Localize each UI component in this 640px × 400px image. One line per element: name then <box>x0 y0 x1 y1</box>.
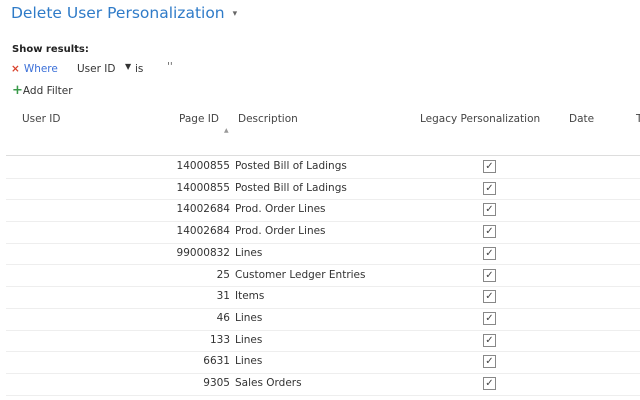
description-cell: Items <box>235 290 265 303</box>
description-cell: Customer Ledger Entries <box>235 268 366 281</box>
legacy-personalization-checkbox[interactable]: ✓ <box>483 225 496 239</box>
legacy-personalization-checkbox[interactable]: ✓ <box>483 203 496 217</box>
legacy-personalization-checkbox[interactable]: ✓ <box>483 377 496 390</box>
legacy-personalization-checkbox[interactable]: ✓ <box>483 355 496 369</box>
sort-ascending-icon: ▲ <box>224 127 229 134</box>
add-filter-button[interactable]: +Add Filter <box>12 83 73 98</box>
legacy-personalization-checkbox[interactable]: ✓ <box>483 246 496 260</box>
filter-field-select[interactable]: User ID <box>77 63 115 75</box>
legacy-personalization-checkbox[interactable]: ✓ <box>483 333 496 347</box>
description-cell: Prod. Order Lines <box>235 225 326 238</box>
operator-label: is <box>135 63 144 75</box>
description-cell: Lines <box>235 311 263 324</box>
description-cell: Posted Bill of Ladings <box>235 160 347 172</box>
description-cell: Lines <box>235 333 263 346</box>
page-id-cell: 6631 <box>203 355 230 368</box>
column-header-page-id[interactable]: Page ID <box>179 113 219 125</box>
column-header-time[interactable]: T <box>636 113 640 125</box>
page-title[interactable]: Delete User Personalization ▾ <box>11 4 237 22</box>
filter-value-input[interactable]: '' <box>167 61 173 73</box>
table-row[interactable]: 133 Lines ✓ <box>6 330 640 353</box>
page-id-cell: 46 <box>216 311 230 324</box>
description-cell: Lines <box>235 246 263 259</box>
table-row[interactable]: 14002684 Prod. Order Lines ✓ <box>6 221 640 244</box>
remove-filter-icon[interactable]: × <box>11 63 20 75</box>
page-id-cell: 99000832 <box>176 246 230 259</box>
column-header-legacy-personalization[interactable]: Legacy Personalization <box>420 113 540 125</box>
table-row[interactable]: 9305 Sales Orders ✓ <box>6 373 640 396</box>
table-row[interactable]: 99000832 Lines ✓ <box>6 243 640 266</box>
page-id-cell: 14000855 <box>176 160 230 172</box>
page-id-cell: 14000855 <box>176 181 230 194</box>
page-id-cell: 9305 <box>203 377 230 389</box>
description-cell: Lines <box>235 355 263 368</box>
show-results-label: Show results: <box>12 44 89 55</box>
table-row[interactable]: 14000855 Posted Bill of Ladings ✓ <box>6 178 640 201</box>
page-id-cell: 25 <box>216 268 230 281</box>
legacy-personalization-checkbox[interactable]: ✓ <box>483 268 496 282</box>
table-row[interactable]: 6631 Lines ✓ <box>6 351 640 374</box>
page-id-cell: 31 <box>216 290 230 303</box>
description-cell: Prod. Order Lines <box>235 203 326 216</box>
legacy-personalization-checkbox[interactable]: ✓ <box>483 311 496 325</box>
page-id-cell: 14002684 <box>176 203 230 216</box>
legacy-personalization-checkbox[interactable]: ✓ <box>483 290 496 304</box>
filter-row: × Where User ID ▼ is '' <box>11 61 173 75</box>
column-header-user-id[interactable]: User ID <box>22 113 60 125</box>
page-id-cell: 133 <box>209 333 230 346</box>
column-header-date[interactable]: Date <box>569 113 594 125</box>
table-row[interactable]: 14002684 Prod. Order Lines ✓ <box>6 199 640 223</box>
chevron-down-icon[interactable]: ▾ <box>233 9 238 19</box>
table-row[interactable]: 31 Items ✓ <box>6 286 640 309</box>
legacy-personalization-checkbox[interactable]: ✓ <box>483 181 496 195</box>
where-label: Where <box>23 63 58 75</box>
caret-down-icon[interactable]: ▼ <box>125 62 131 71</box>
description-cell: Posted Bill of Ladings <box>235 181 347 194</box>
plus-icon: + <box>12 83 23 98</box>
page-id-cell: 14002684 <box>176 225 230 238</box>
description-cell: Sales Orders <box>235 377 302 389</box>
column-header-description[interactable]: Description <box>238 113 298 125</box>
add-filter-label: Add Filter <box>22 85 73 97</box>
table-row[interactable]: 46 Lines ✓ <box>6 308 640 331</box>
legacy-personalization-checkbox[interactable]: ✓ <box>483 160 496 173</box>
table-row[interactable]: 25 Customer Ledger Entries ✓ <box>6 265 640 288</box>
page-title-text: Delete User Personalization <box>11 4 225 22</box>
table-row[interactable]: 14000855 Posted Bill of Ladings ✓ <box>6 156 640 179</box>
